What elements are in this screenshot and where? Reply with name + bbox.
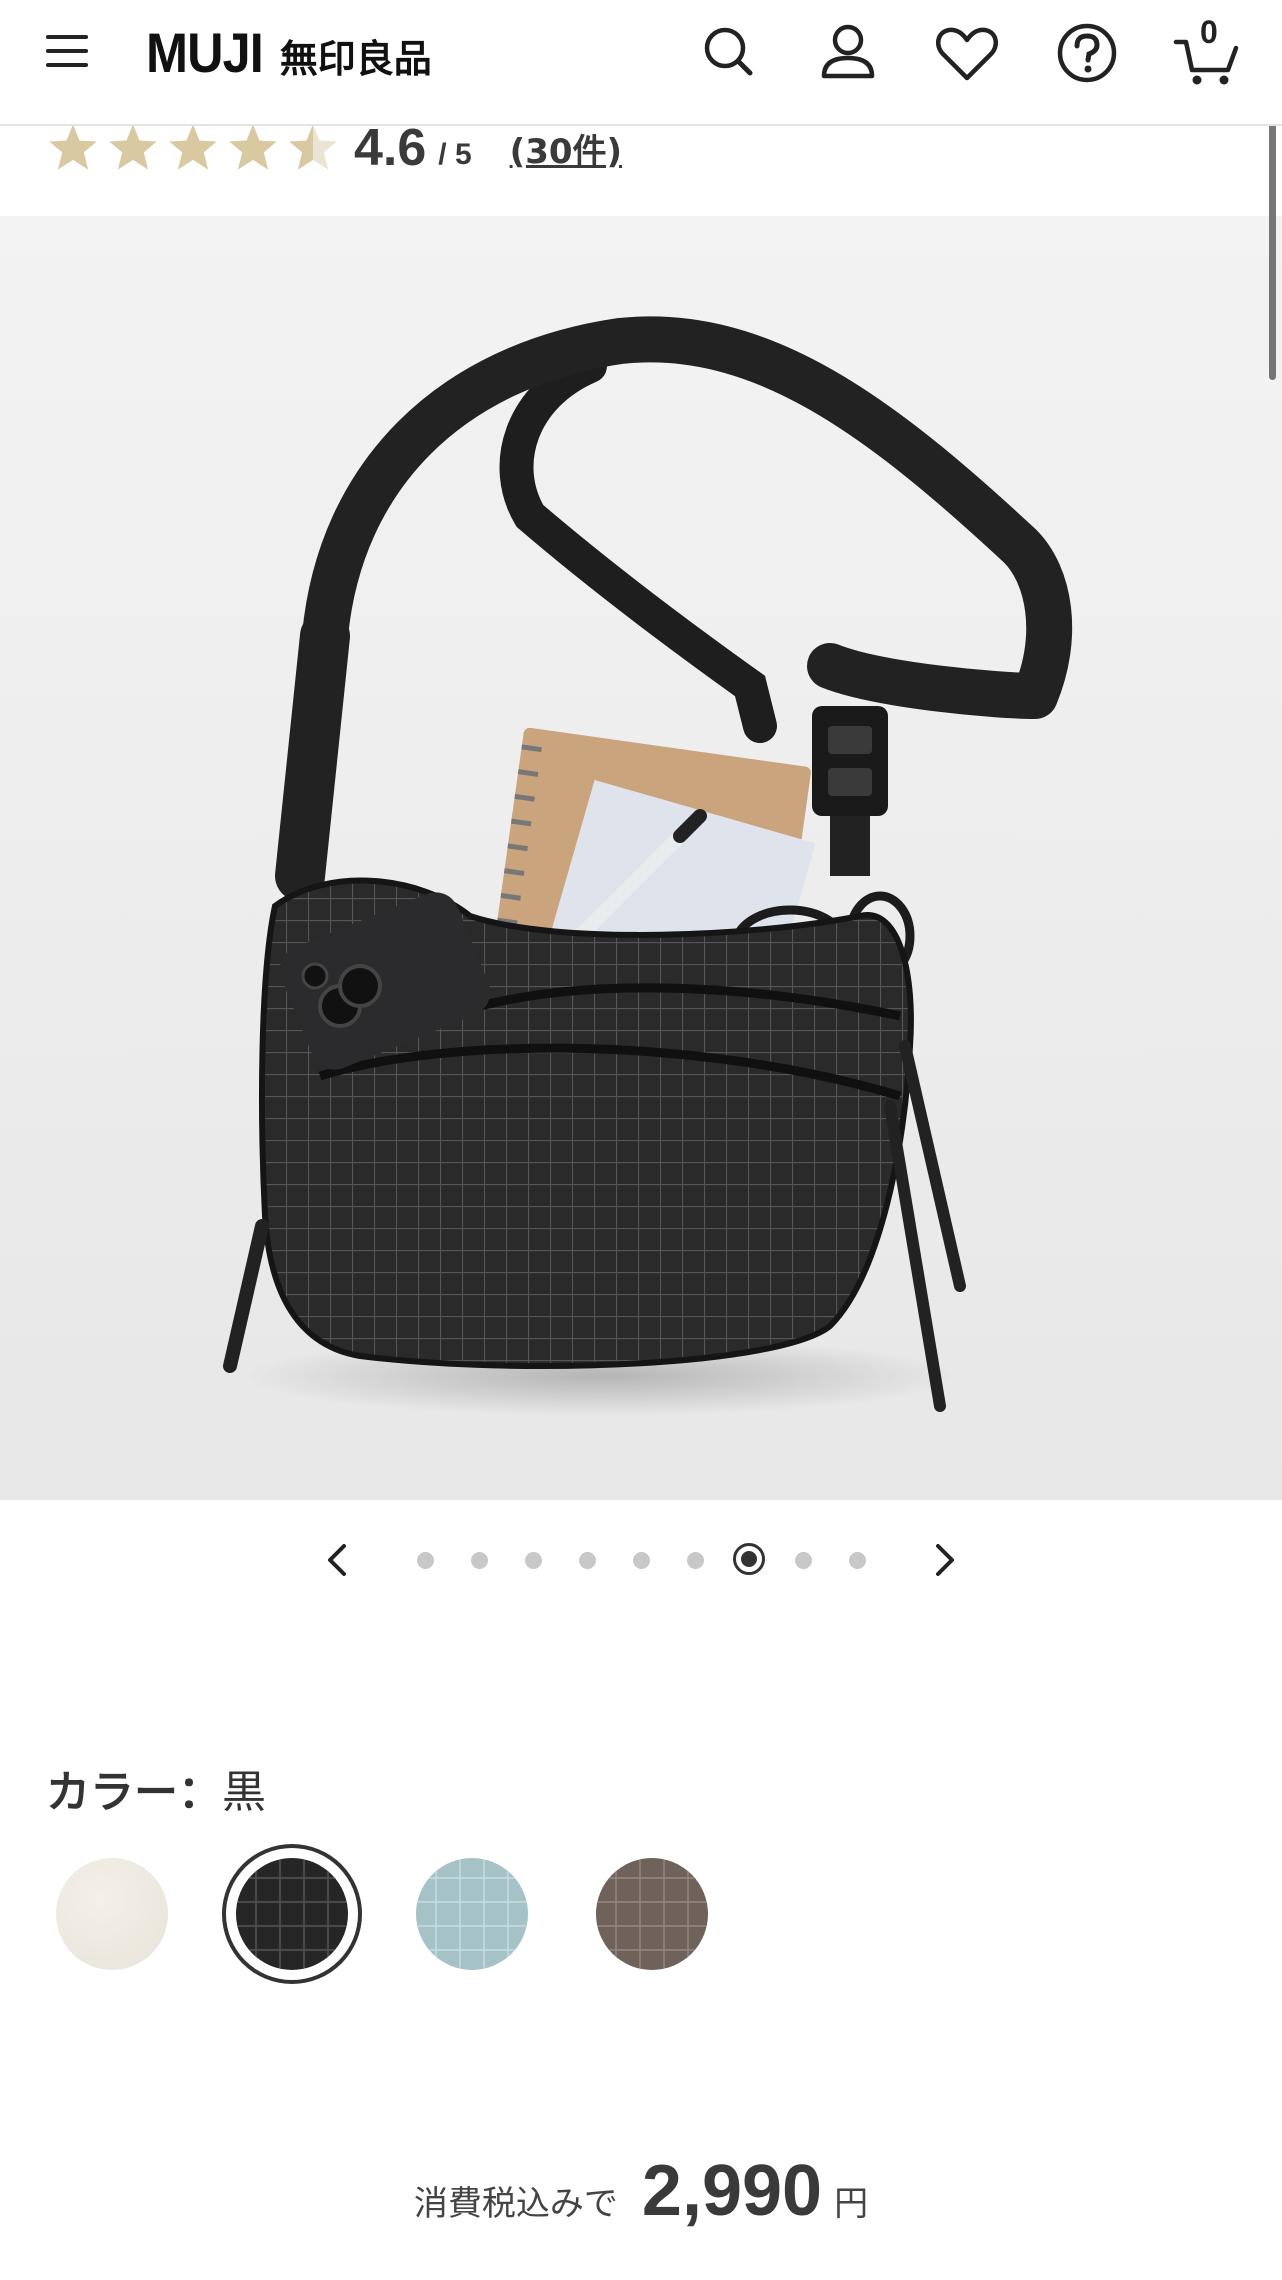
rating-stars [46,121,340,175]
currency-label: 円 [834,2184,869,2224]
color-label: カラー：黒 [46,1756,266,1820]
account-icon[interactable] [813,18,883,88]
help-question-icon[interactable] [1052,18,1122,88]
half-star-icon [289,124,337,170]
carousel-dot[interactable] [416,1552,434,1569]
color-swatch-black[interactable] [236,1858,348,1970]
carousel-dot[interactable] [578,1552,596,1569]
image-carousel-controls [0,1530,1282,1590]
shoulder-bag-photo [223,316,1073,1416]
carousel-next-arrow-icon[interactable] [924,1540,964,1580]
cart-count-badge: 0 [1200,14,1218,50]
tax-included-label: 消費税込みで [413,2184,618,2224]
selected-color-name: 黒 [222,1767,266,1818]
carousel-dot[interactable] [632,1552,650,1569]
carousel-dot[interactable] [524,1552,542,1569]
rating-value: 4.6 [354,119,427,177]
logo-text-en: MUJI [146,21,264,84]
star-icon [49,124,97,170]
star-icon [229,124,277,170]
rating-max: / 5 [438,138,472,171]
price-row: 消費税込みで 2,990 円 [0,2150,1282,2232]
star-icon [109,124,157,170]
site-header: MUJI 無印良品 0 [0,0,1282,126]
color-swatch-off-white[interactable] [56,1858,168,1970]
rating-summary: 4.6 / 5 (30件) [46,118,622,178]
carousel-dot[interactable] [686,1552,704,1569]
menu-icon[interactable] [46,28,104,74]
product-image[interactable] [0,216,1282,1500]
favorite-heart-icon[interactable] [932,18,1002,88]
review-count-link[interactable]: (30件) [510,124,622,173]
carousel-dot[interactable] [848,1552,866,1569]
muji-logo[interactable]: MUJI 無印良品 [146,20,432,85]
search-icon[interactable] [694,18,764,88]
color-swatch-light-blue[interactable] [416,1858,528,1970]
carousel-dot[interactable] [794,1552,812,1569]
color-label-prefix: カラー： [46,1767,222,1818]
carousel-dot[interactable] [733,1543,765,1575]
price-amount: 2,990 [641,2151,823,2231]
carousel-prev-arrow-icon[interactable] [318,1540,358,1580]
logo-text-jp: 無印良品 [279,37,432,81]
color-swatch-brown[interactable] [596,1858,708,1970]
carousel-dot[interactable] [470,1552,488,1569]
star-icon [169,124,217,170]
